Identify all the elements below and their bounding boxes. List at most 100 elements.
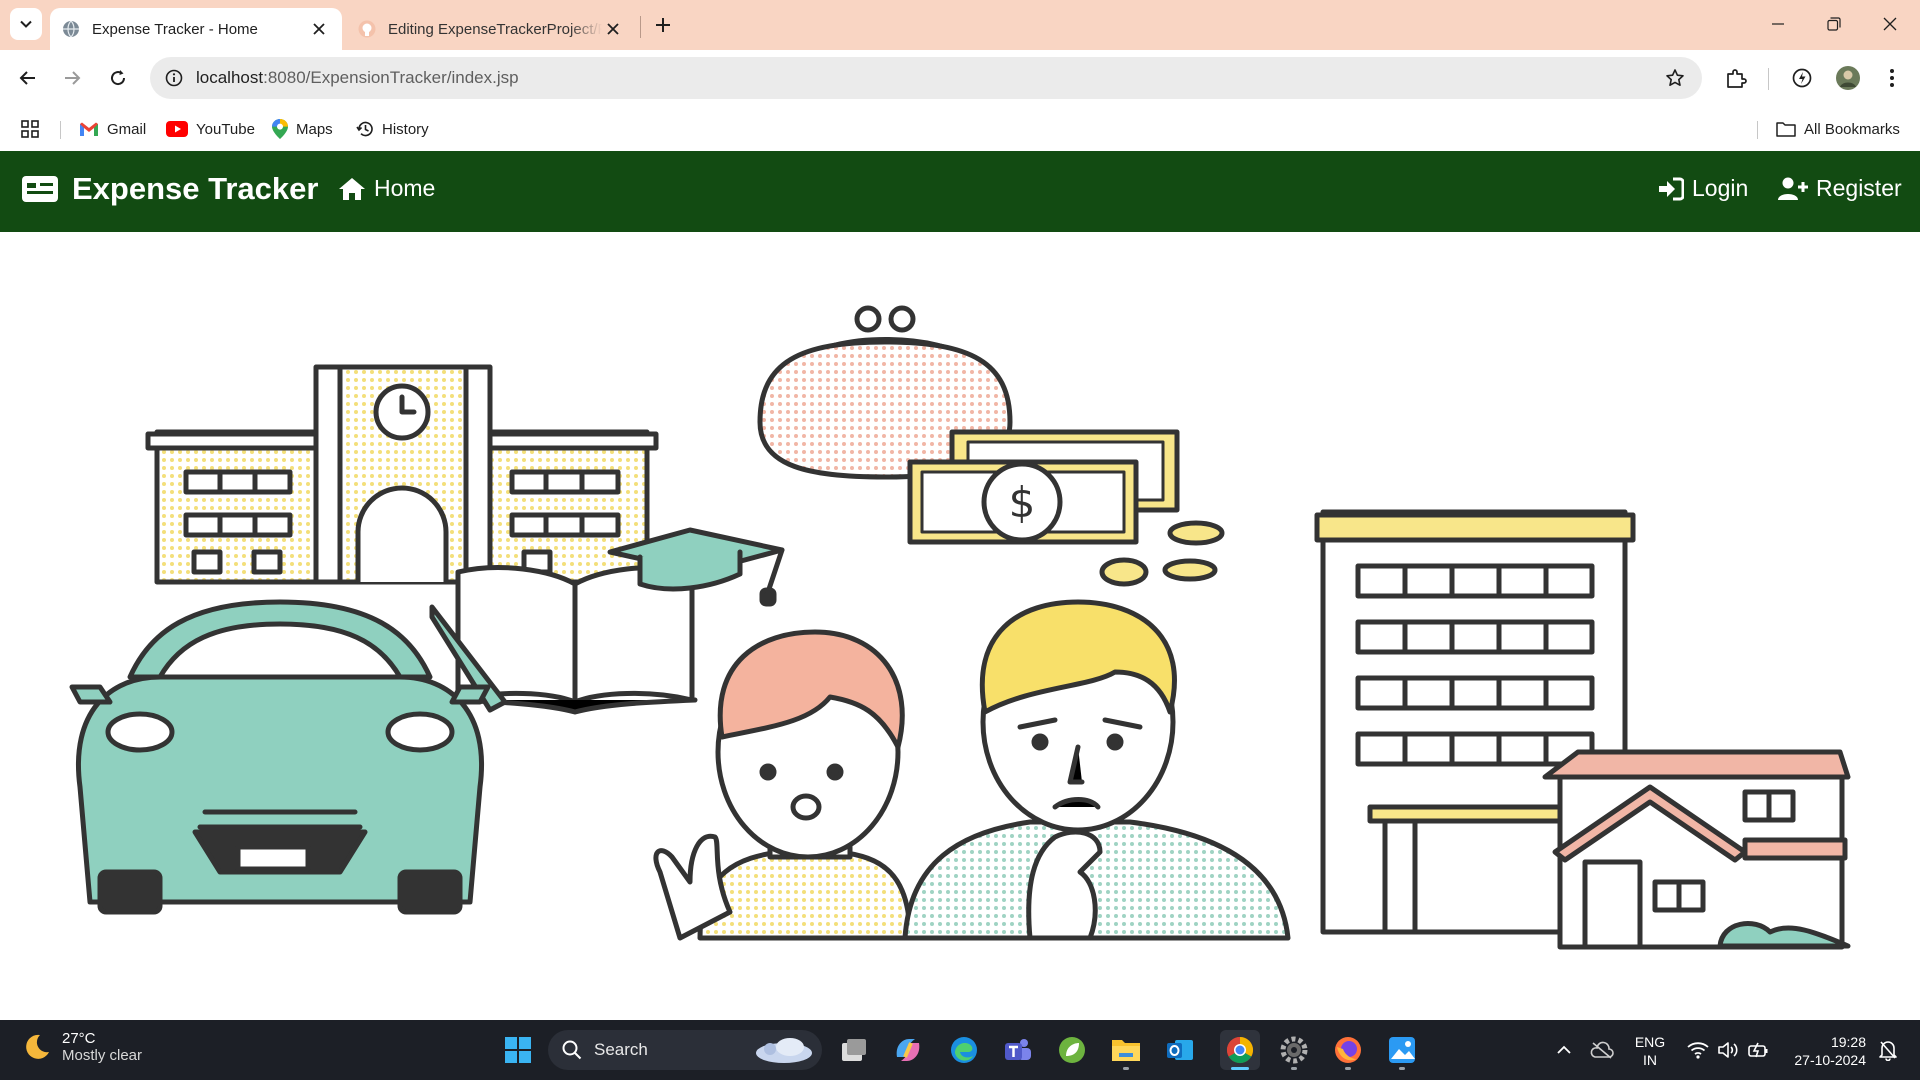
tab-expense-tracker-home[interactable]: Expense Tracker - Home	[50, 8, 342, 50]
school-building	[145, 364, 659, 585]
input-language[interactable]: ENG IN	[1634, 1033, 1666, 1069]
tab-title: Expense Tracker - Home	[92, 20, 258, 38]
performance-button[interactable]	[1786, 62, 1818, 94]
start-button[interactable]	[498, 1030, 538, 1070]
wifi-tray[interactable]	[1684, 1030, 1712, 1070]
bookmarks-bar: Gmail YouTube Maps History All Bookmarks	[0, 108, 1920, 150]
extensions-button[interactable]	[1720, 62, 1752, 94]
copilot-icon	[896, 1039, 920, 1061]
volume-tray[interactable]	[1714, 1030, 1742, 1070]
chrome-menu-button[interactable]	[1876, 62, 1908, 94]
speed-icon	[1792, 68, 1812, 88]
taskbar-search-box[interactable]: Search	[548, 1030, 822, 1070]
history-icon	[356, 121, 373, 137]
bookmark-gmail[interactable]: Gmail	[79, 116, 146, 142]
money-bill-icon	[22, 176, 58, 202]
reload-button[interactable]	[100, 60, 136, 96]
minimize-button[interactable]	[1750, 0, 1806, 48]
plus-icon	[656, 18, 670, 32]
nav-home-label: Home	[374, 175, 436, 201]
browser-toolbar: localhost:8080/ExpensionTracker/index.js…	[0, 50, 1920, 108]
browser-tab-strip: Expense Tracker - Home Editing ExpenseTr…	[0, 0, 1920, 50]
search-icon	[562, 1040, 582, 1060]
minimize-icon	[1772, 23, 1784, 25]
system-clock[interactable]: 19:28 27-10-2024	[1782, 1033, 1866, 1069]
bookmark-history[interactable]: History	[356, 116, 429, 142]
bookmark-star-icon[interactable]	[1662, 65, 1688, 91]
maps-icon	[272, 119, 288, 139]
bookmarks-separator	[60, 121, 61, 139]
weather-desc: Mostly clear	[62, 1047, 143, 1064]
weather-temp: 27°C	[62, 1030, 96, 1047]
bookmark-youtube[interactable]: YouTube	[166, 116, 255, 142]
url-text[interactable]: localhost:8080/ExpensionTracker/index.js…	[196, 68, 519, 88]
lang-top: ENG	[1634, 1034, 1666, 1050]
reload-icon	[111, 70, 126, 86]
photos-button[interactable]	[1382, 1030, 1422, 1070]
nav-register-link[interactable]: Register	[1778, 175, 1902, 202]
copilot-button[interactable]	[888, 1030, 928, 1070]
windows-start-icon	[505, 1037, 531, 1063]
apps-button[interactable]	[20, 116, 40, 142]
tab-search-button[interactable]	[10, 8, 42, 40]
folder-icon	[1776, 122, 1796, 137]
profile-avatar[interactable]	[1832, 62, 1864, 94]
all-bookmarks-button[interactable]: All Bookmarks	[1776, 116, 1900, 142]
nav-home-link[interactable]: Home	[338, 175, 435, 202]
avatar-icon	[1836, 66, 1860, 90]
url-host: localhost	[196, 68, 264, 87]
chrome-button[interactable]	[1220, 1030, 1260, 1070]
car	[69, 599, 491, 915]
close-tab-icon[interactable]	[602, 18, 624, 40]
running-indicator	[1123, 1067, 1129, 1070]
edge-button[interactable]	[944, 1030, 984, 1070]
puzzle-icon	[1727, 69, 1747, 88]
hero-illustration: $	[0, 232, 1920, 1020]
photos-icon	[1389, 1037, 1415, 1063]
house	[1542, 749, 1851, 950]
task-view-button[interactable]	[834, 1030, 874, 1070]
running-indicator	[1231, 1067, 1249, 1070]
user-plus-icon	[1778, 177, 1808, 200]
address-bar[interactable]: localhost:8080/ExpensionTracker/index.js…	[150, 57, 1702, 99]
brand-link[interactable]: Expense Tracker	[22, 171, 318, 207]
moon-weather-icon	[26, 1034, 49, 1059]
spring-tool-button[interactable]	[1052, 1030, 1092, 1070]
site-info-icon[interactable]	[160, 64, 188, 92]
nav-register-label: Register	[1816, 175, 1902, 201]
brand-title: Expense Tracker	[72, 171, 319, 206]
bookmark-label: Maps	[296, 120, 333, 138]
arrow-right-icon	[65, 71, 81, 85]
new-tab-button[interactable]	[650, 12, 676, 38]
sign-in-icon	[1659, 177, 1684, 200]
svg-text:$: $	[1009, 478, 1036, 527]
show-hidden-icons-button[interactable]	[1552, 1030, 1576, 1070]
app-navbar: Expense Tracker Home Login Register	[0, 151, 1920, 232]
battery-tray[interactable]	[1744, 1030, 1772, 1070]
bookmark-label: Gmail	[107, 120, 147, 138]
teams-button[interactable]	[998, 1030, 1038, 1070]
search-highlight-icon	[756, 1038, 812, 1063]
bookmarks-separator	[1757, 121, 1758, 139]
settings-button[interactable]	[1274, 1030, 1314, 1070]
bookmark-maps[interactable]: Maps	[272, 116, 333, 142]
expense-scene-illustration: $	[69, 305, 1851, 950]
weather-widget[interactable]: 27°C Mostly clear	[22, 1030, 142, 1064]
url-path: :8080/ExpensionTracker/index.jsp	[263, 68, 519, 87]
tab-title: Editing ExpenseTrackerProject/R	[388, 20, 602, 38]
outlook-button[interactable]	[1160, 1030, 1200, 1070]
settings-icon	[1280, 1036, 1308, 1064]
file-explorer-button[interactable]	[1106, 1030, 1146, 1070]
onedrive-tray[interactable]	[1588, 1030, 1616, 1070]
tab-editing-github[interactable]: Editing ExpenseTrackerProject/R	[346, 8, 636, 50]
restore-button[interactable]	[1806, 0, 1862, 48]
forward-button[interactable]	[54, 60, 90, 96]
wifi-icon	[1687, 1042, 1709, 1059]
close-window-button[interactable]	[1862, 0, 1918, 48]
back-button[interactable]	[10, 60, 46, 96]
volume-icon	[1718, 1042, 1738, 1058]
close-tab-icon[interactable]	[308, 18, 330, 40]
firefox-button[interactable]	[1328, 1030, 1368, 1070]
notifications-button[interactable]	[1874, 1030, 1902, 1070]
nav-login-link[interactable]: Login	[1658, 175, 1748, 202]
